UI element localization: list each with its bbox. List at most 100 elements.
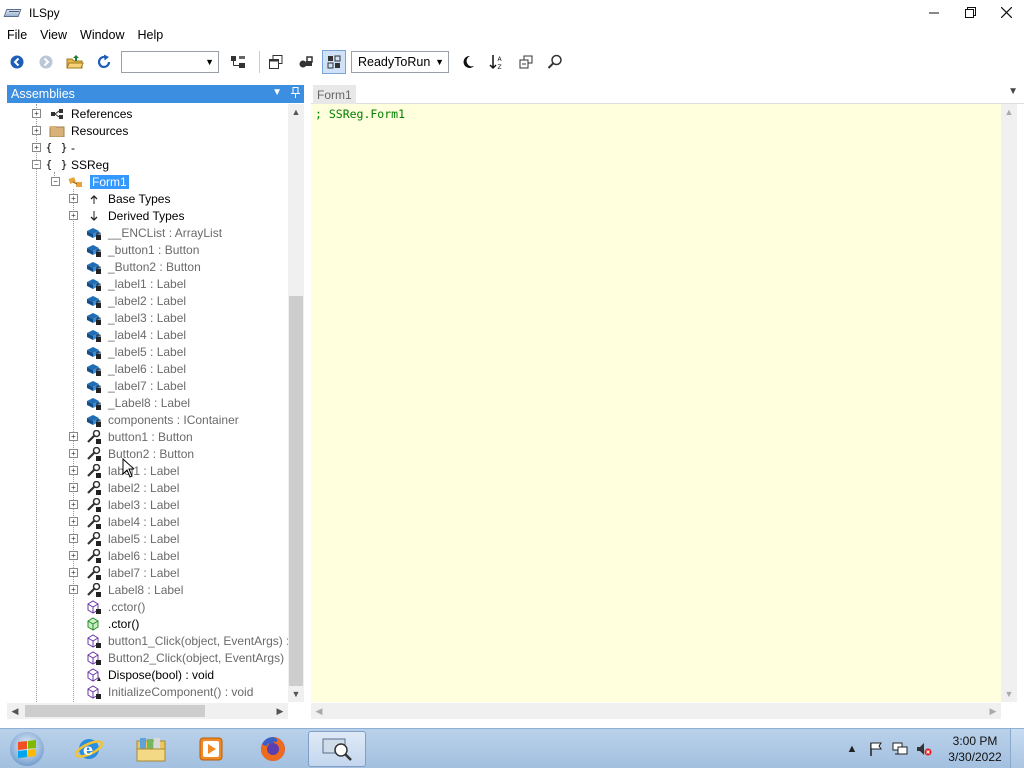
expand-icon[interactable]: + bbox=[69, 517, 78, 526]
tree-node[interactable]: Dispose(bool) : void bbox=[69, 666, 214, 683]
action-center-flag-icon[interactable] bbox=[868, 741, 884, 757]
scroll-right-arrow-icon[interactable]: ▶ bbox=[272, 703, 288, 719]
forward-button[interactable] bbox=[34, 50, 58, 74]
menu-help[interactable]: Help bbox=[131, 28, 170, 42]
scroll-right-arrow-icon[interactable]: ▶ bbox=[985, 703, 1001, 719]
scrollbar-thumb[interactable] bbox=[25, 705, 205, 717]
tree-node[interactable]: + References bbox=[32, 105, 132, 122]
tab-list-dropdown-icon[interactable]: ▼ bbox=[1008, 86, 1018, 97]
reload-button[interactable] bbox=[92, 50, 116, 74]
taskbar-internet-explorer[interactable]: e bbox=[60, 731, 118, 767]
minimize-button[interactable] bbox=[916, 0, 952, 25]
expand-icon[interactable]: + bbox=[69, 432, 78, 441]
dropdown-triangle-icon[interactable]: ▼ bbox=[272, 87, 282, 101]
show-all-members-button[interactable] bbox=[322, 50, 346, 74]
menu-file[interactable]: File bbox=[0, 28, 33, 42]
tree-node[interactable]: _label2 : Label bbox=[69, 292, 186, 309]
tree-node[interactable]: _Label8 : Label bbox=[69, 394, 190, 411]
expand-icon[interactable]: + bbox=[32, 143, 41, 152]
volume-muted-icon[interactable] bbox=[916, 741, 932, 757]
tree-node[interactable]: _label1 : Label bbox=[69, 275, 186, 292]
decompiled-code-view[interactable]: ; SSReg.Form1 bbox=[311, 104, 1001, 702]
show-all-button[interactable] bbox=[226, 50, 250, 74]
tree-node[interactable]: + label6 : Label bbox=[69, 547, 179, 564]
taskbar-clock[interactable]: 3:00 PM 3/30/2022 bbox=[940, 733, 1010, 765]
tree-node[interactable]: components : IContainer bbox=[69, 411, 239, 428]
tree-node[interactable]: .ctor() bbox=[69, 615, 139, 632]
expand-icon[interactable]: + bbox=[69, 211, 78, 220]
tree-node[interactable]: + { } - bbox=[32, 139, 75, 156]
tree-node[interactable]: Button2_Click(object, EventArgs) : bbox=[69, 649, 288, 666]
restore-button[interactable] bbox=[952, 0, 988, 25]
tree-node[interactable]: _label7 : Label bbox=[69, 377, 186, 394]
tree-node[interactable]: _Button2 : Button bbox=[69, 258, 201, 275]
expand-icon[interactable]: + bbox=[69, 551, 78, 560]
show-internal-button[interactable] bbox=[293, 50, 317, 74]
expand-icon[interactable]: + bbox=[69, 500, 78, 509]
taskbar-ilspy[interactable] bbox=[308, 731, 366, 767]
close-button[interactable] bbox=[988, 0, 1024, 25]
expand-icon[interactable]: + bbox=[69, 194, 78, 203]
editor-vertical-scrollbar[interactable]: ▲ ▼ bbox=[1001, 104, 1017, 702]
tree-node[interactable]: + Label8 : Label bbox=[69, 581, 183, 598]
tree-node[interactable]: _label3 : Label bbox=[69, 309, 186, 326]
collapse-all-button[interactable] bbox=[514, 50, 538, 74]
scroll-up-arrow-icon[interactable]: ▲ bbox=[1001, 104, 1017, 120]
scroll-down-arrow-icon[interactable]: ▼ bbox=[288, 686, 304, 702]
tree-node[interactable]: + Derived Types bbox=[69, 207, 184, 224]
tree-node[interactable]: + label4 : Label bbox=[69, 513, 179, 530]
collapse-icon[interactable]: − bbox=[32, 160, 41, 169]
version-combo[interactable]: ReadyToRun ▼ bbox=[351, 51, 449, 73]
assembly-tree[interactable]: + References + Resources +{ } - −{ } SSReg − Form… bbox=[7, 104, 288, 702]
expand-icon[interactable]: + bbox=[69, 466, 78, 475]
tree-node[interactable]: _label5 : Label bbox=[69, 343, 186, 360]
language-combo[interactable]: ▼ bbox=[121, 51, 219, 73]
expand-icon[interactable]: + bbox=[69, 568, 78, 577]
expand-icon[interactable]: + bbox=[32, 109, 41, 118]
show-hidden-icons-icon[interactable]: ▲ bbox=[844, 741, 860, 757]
theme-toggle-button[interactable] bbox=[456, 50, 480, 74]
open-button[interactable] bbox=[63, 50, 87, 74]
scroll-left-arrow-icon[interactable]: ◀ bbox=[311, 703, 327, 719]
collapse-icon[interactable]: − bbox=[51, 177, 60, 186]
back-button[interactable] bbox=[5, 50, 29, 74]
tree-node[interactable]: .cctor() bbox=[69, 598, 145, 615]
editor-horizontal-scrollbar[interactable]: ◀ ▶ bbox=[311, 703, 1001, 719]
expand-icon[interactable]: + bbox=[69, 585, 78, 594]
tree-node[interactable]: _label6 : Label bbox=[69, 360, 186, 377]
pin-icon[interactable] bbox=[291, 87, 300, 101]
new-window-button[interactable] bbox=[264, 50, 288, 74]
taskbar-file-explorer[interactable] bbox=[122, 731, 180, 767]
tree-node[interactable]: −{ } SSReg bbox=[32, 156, 109, 173]
menu-window[interactable]: Window bbox=[73, 28, 130, 42]
tree-node[interactable]: − Form1 bbox=[51, 173, 129, 190]
tree-node[interactable]: __ENCList : ArrayList bbox=[69, 224, 222, 241]
start-button[interactable] bbox=[4, 731, 50, 767]
scroll-down-arrow-icon[interactable]: ▼ bbox=[1001, 686, 1017, 702]
tab-form1[interactable]: Form1 bbox=[313, 85, 356, 104]
network-icon[interactable] bbox=[892, 741, 908, 757]
expand-icon[interactable]: + bbox=[69, 483, 78, 492]
tree-node[interactable]: + label5 : Label bbox=[69, 530, 179, 547]
tree-node[interactable]: _button1 : Button bbox=[69, 241, 199, 258]
menu-view[interactable]: View bbox=[33, 28, 73, 42]
tree-node[interactable]: + button1 : Button bbox=[69, 428, 193, 445]
tree-node[interactable]: InitializeComponent() : void bbox=[69, 683, 253, 700]
search-button[interactable] bbox=[543, 50, 567, 74]
tree-horizontal-scrollbar[interactable]: ◀ ▶ bbox=[7, 703, 288, 719]
tree-node[interactable]: + label2 : Label bbox=[69, 479, 179, 496]
tree-node[interactable]: + label7 : Label bbox=[69, 564, 179, 581]
taskbar-media-player[interactable] bbox=[182, 731, 240, 767]
scroll-up-arrow-icon[interactable]: ▲ bbox=[288, 104, 304, 120]
expand-icon[interactable]: + bbox=[32, 126, 41, 135]
scroll-left-arrow-icon[interactable]: ◀ bbox=[7, 703, 23, 719]
tree-node[interactable]: + Base Types bbox=[69, 190, 170, 207]
tree-node[interactable]: + Resources bbox=[32, 122, 128, 139]
scrollbar-thumb[interactable] bbox=[289, 296, 303, 686]
taskbar-firefox[interactable] bbox=[244, 731, 302, 767]
sort-button[interactable]: AZ bbox=[485, 50, 509, 74]
expand-icon[interactable]: + bbox=[69, 449, 78, 458]
tree-node[interactable]: button1_Click(object, EventArgs) : bbox=[69, 632, 288, 649]
tree-vertical-scrollbar[interactable]: ▲ ▼ bbox=[288, 104, 304, 702]
tree-node[interactable]: + label3 : Label bbox=[69, 496, 179, 513]
